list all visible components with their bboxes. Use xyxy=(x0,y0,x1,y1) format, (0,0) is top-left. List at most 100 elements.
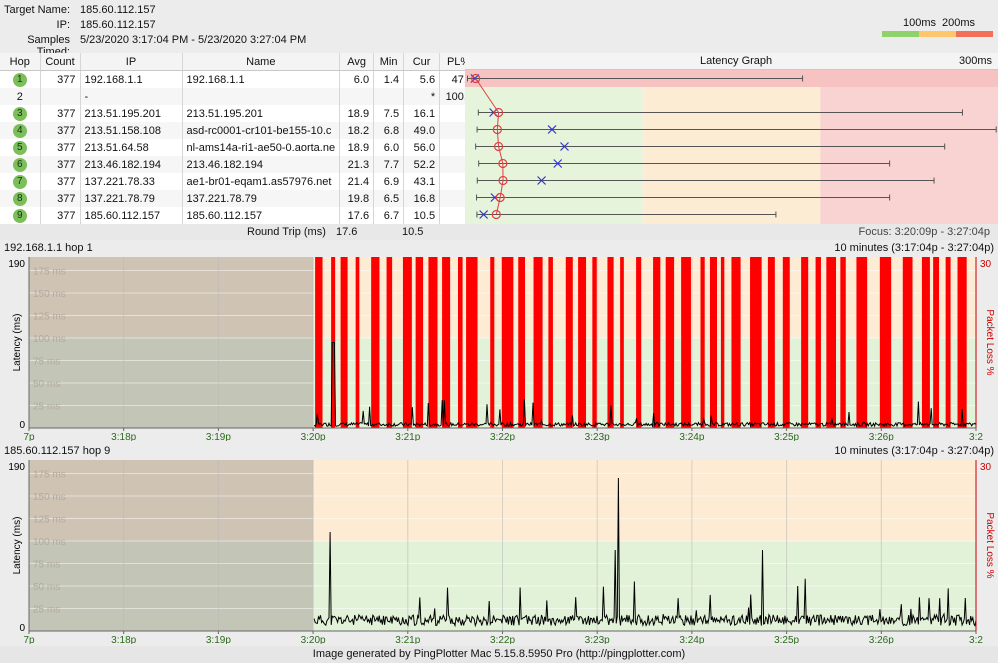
cell-name: ae1-br01-eqam1.as57976.net xyxy=(182,173,341,190)
table-row[interactable]: 6 377 213.46.182.194 213.46.182.194 21.3 7.7 5… xyxy=(0,156,479,173)
cell-ip: 213.51.195.201 xyxy=(80,105,183,122)
cell-cur: 5.6 xyxy=(403,70,441,88)
cell-cur: * xyxy=(403,88,441,105)
hop-badge: 9 xyxy=(12,208,27,223)
cell-ip: 137.221.78.33 xyxy=(80,173,183,190)
scale-good-segment xyxy=(882,31,919,37)
time-tick-label: 7p xyxy=(23,635,35,644)
table-row[interactable]: 8 377 137.221.78.79 137.221.78.79 19.8 6.5 16.… xyxy=(0,190,479,207)
time-tick-label: 3:21p xyxy=(395,635,420,644)
time-tick-label: 3:24p xyxy=(679,635,704,644)
ms-gridline-label: 125 ms xyxy=(33,515,66,526)
hop9-timeline-graph[interactable]: 175 ms 150 ms 125 ms 100 ms 75 ms 50 ms 25 ms 1… xyxy=(0,456,998,644)
hop-badge: 7 xyxy=(12,174,27,189)
cell-ip: 213.51.64.58 xyxy=(80,139,183,156)
cell-name: 213.46.182.194 xyxy=(182,156,341,173)
cell-min: 6.7 xyxy=(373,207,405,224)
ms-gridline-label: 50 ms xyxy=(33,582,60,593)
cell-cur: 16.1 xyxy=(403,105,441,122)
table-row[interactable]: 1 377 192.168.1.1 192.168.1.1 6.0 1.4 5.6 47.5 xyxy=(0,70,479,88)
hop-cell: 8 xyxy=(0,190,41,207)
table-row[interactable]: 7 377 137.221.78.33 ae1-br01-eqam1.as57976.… xyxy=(0,173,479,190)
time-tick-label: 3:20p xyxy=(301,432,326,441)
cell-avg: 18.9 xyxy=(339,105,375,122)
time-tick-label: 3:18p xyxy=(111,635,136,644)
packet-loss-bar xyxy=(315,257,323,428)
ms-gridline-label: 100 ms xyxy=(33,334,66,345)
table-row[interactable]: 9 377 185.60.112.157 185.60.112.157 17.6 6.7 1… xyxy=(0,207,479,224)
packet-loss-bar xyxy=(466,257,478,428)
packet-loss-bar xyxy=(879,257,892,428)
hop9-timeline-panel: 185.60.112.157 hop 9 10 minutes (3:17:04… xyxy=(0,443,998,646)
packet-loss-bar xyxy=(856,257,868,428)
round-trip-cur: 10.5 xyxy=(402,226,424,238)
cell-name: 192.168.1.1 xyxy=(182,70,341,88)
cell-count: 377 xyxy=(40,122,81,139)
cell-count: 377 xyxy=(40,105,81,122)
y-zero-label: 0 xyxy=(19,420,25,431)
packet-loss-bar xyxy=(921,257,930,428)
cell-name: nl-ams14a-ri1-ae50-0.aorta.ne xyxy=(182,139,341,156)
packet-loss-bar xyxy=(709,257,718,428)
hop-cell: 1 xyxy=(0,70,41,88)
hop-cell: 3 xyxy=(0,105,41,122)
target-name-value: 185.60.112.157 xyxy=(80,4,156,16)
cell-cur: 16.8 xyxy=(403,190,441,207)
table-row[interactable]: 3 377 213.51.195.201 213.51.195.201 18.9 7.5 1… xyxy=(0,105,479,122)
scale-warn-segment xyxy=(919,31,956,37)
cell-ip: 192.168.1.1 xyxy=(80,70,183,88)
cell-cur: 56.0 xyxy=(403,139,441,156)
cell-avg: 6.0 xyxy=(339,70,375,88)
ms-gridline-label: 75 ms xyxy=(33,560,60,571)
y2-max-label: 30 xyxy=(980,462,992,473)
latency-graph-title: Latency Graph xyxy=(700,55,773,67)
packet-loss-bar xyxy=(548,257,553,428)
col-avg-header[interactable]: Avg xyxy=(339,53,375,71)
time-tick-label: 3:19p xyxy=(206,635,231,644)
packet-loss-bar xyxy=(665,257,675,428)
cell-name: 185.60.112.157 xyxy=(182,207,341,224)
table-row[interactable]: 5 377 213.51.64.58 nl-ams14a-ri1-ae50-0.aor… xyxy=(0,139,479,156)
time-tick-label: 3:26p xyxy=(869,432,894,441)
packet-loss-bar xyxy=(653,257,661,428)
cell-count: 377 xyxy=(40,139,81,156)
latency-graph-panel: Latency Graph 300ms xyxy=(465,53,998,224)
col-name-header[interactable]: Name xyxy=(182,53,341,71)
cell-ip: 213.46.182.194 xyxy=(80,156,183,173)
packet-loss-bar xyxy=(801,257,809,428)
cell-avg: 21.4 xyxy=(339,173,375,190)
ms-gridline-label: 150 ms xyxy=(33,289,66,300)
time-tick-label: 3:20p xyxy=(301,635,326,644)
packet-loss-bar xyxy=(533,257,543,428)
col-hop-header[interactable]: Hop xyxy=(0,53,41,71)
ms-gridline-label: 25 ms xyxy=(33,402,60,413)
y-axis-label: Latency (ms) xyxy=(12,314,23,372)
packet-loss-bar xyxy=(815,257,821,428)
cell-avg: 21.3 xyxy=(339,156,375,173)
time-tick-label: 3:25p xyxy=(774,635,799,644)
scale-200ms-label: 200ms xyxy=(942,17,976,29)
packet-loss-bar xyxy=(957,257,967,428)
packet-loss-bar xyxy=(607,257,614,428)
cell-cur: 10.5 xyxy=(403,207,441,224)
cell-min: 7.5 xyxy=(373,105,405,122)
ms-gridline-label: 150 ms xyxy=(33,492,66,503)
table-row[interactable]: 4 377 213.51.158.108 asd-rc0001-cr101-be155… xyxy=(0,122,479,139)
time-tick-label: 3:26p xyxy=(869,635,894,644)
col-min-header[interactable]: Min xyxy=(373,53,405,71)
packet-loss-bar xyxy=(501,257,514,428)
packet-loss-bar xyxy=(700,257,705,428)
col-cur-header[interactable]: Cur xyxy=(403,53,441,71)
col-ip-header[interactable]: IP xyxy=(80,53,183,71)
hop-cell: 7 xyxy=(0,173,41,190)
cell-avg xyxy=(339,88,375,105)
packet-loss-bar xyxy=(340,257,348,428)
col-count-header[interactable]: Count xyxy=(40,53,81,71)
table-row[interactable]: 2- * 100.0 xyxy=(0,88,479,105)
y2-max-label: 30 xyxy=(980,259,992,270)
hop1-timeline-graph[interactable]: 175 ms 150 ms 125 ms 100 ms 75 ms 50 ms 25 ms 1… xyxy=(0,253,998,441)
hop-badge: 8 xyxy=(12,191,27,206)
footer-credit: Image generated by PingPlotter Mac 5.15.… xyxy=(0,646,998,663)
unfocused-region xyxy=(29,460,314,631)
cell-min: 6.5 xyxy=(373,190,405,207)
